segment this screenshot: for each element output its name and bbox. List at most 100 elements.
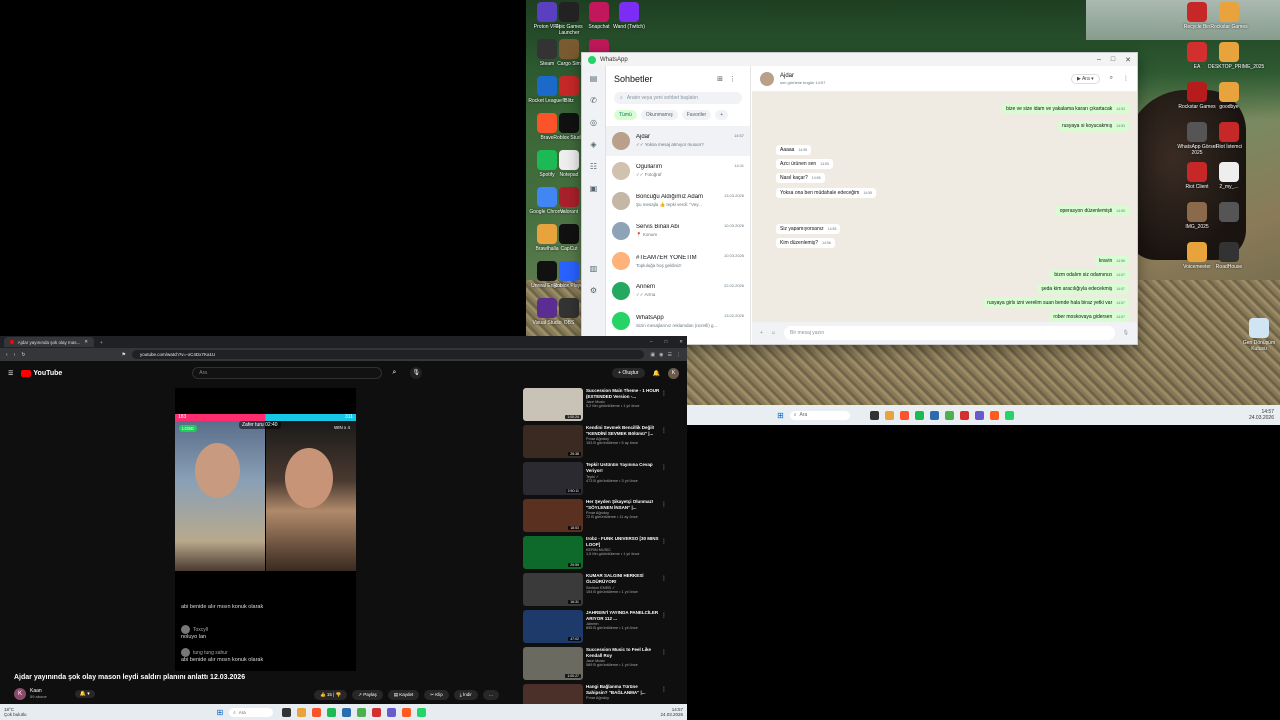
menu-icon[interactable]: ⋮ bbox=[676, 352, 681, 358]
brave-icon[interactable] bbox=[312, 707, 322, 717]
more-icon[interactable]: ⋮ bbox=[661, 575, 667, 582]
video-player[interactable]: 183 311 LOSE Zafer turu 02:40 WIN x 4 ab… bbox=[175, 388, 356, 671]
recommended-video[interactable]: 25:38 Kendini Sevmek Bencillik Değil! "KE… bbox=[523, 425, 683, 461]
maximize-button[interactable]: □ bbox=[1111, 56, 1115, 64]
app-icon[interactable] bbox=[929, 410, 939, 420]
discord-icon[interactable] bbox=[387, 707, 397, 717]
clock[interactable]: 14:57 24.03.2026 bbox=[660, 707, 683, 717]
recommended-title[interactable]: KUMAR SALGINI HERKESİ ÖLDÜRÜYOR! bbox=[586, 573, 660, 584]
recommended-title[interactable]: Succession Music to Feel Like Kendall Ro… bbox=[586, 647, 660, 658]
whatsapp-taskbar-icon[interactable] bbox=[1004, 410, 1014, 420]
minimize-button[interactable]: – bbox=[1097, 56, 1101, 64]
filter-chip[interactable]: Tümü bbox=[614, 110, 637, 120]
more-icon[interactable]: ⋮ bbox=[661, 427, 667, 434]
app-icon[interactable] bbox=[357, 707, 367, 717]
recommended-video[interactable]: 1:00:24 Succession Main Theme - 1 HOUR (E… bbox=[523, 388, 683, 424]
minimize-button[interactable]: – bbox=[650, 339, 653, 345]
more-actions-button[interactable]: … bbox=[482, 690, 500, 700]
filter-chip[interactable]: Okunmamış bbox=[640, 110, 678, 120]
video-thumbnail[interactable]: 1:00:24 bbox=[523, 388, 583, 421]
recommended-video[interactable]: 18:53 Her Şeyden Şikayetçi Olunmaz! "SÖYL… bbox=[523, 499, 683, 535]
mic-icon[interactable]: 🎙 bbox=[1123, 330, 1129, 336]
extension-icon[interactable]: ☰ bbox=[668, 352, 672, 358]
task-view-icon[interactable] bbox=[869, 410, 879, 420]
recommended-title[interactable]: Hangi Bağlanma Türüne Sahipsin? "BAĞLANM… bbox=[586, 684, 660, 695]
extension-icon[interactable]: ◉ bbox=[659, 352, 663, 358]
more-icon[interactable]: ⋮ bbox=[661, 686, 667, 693]
file-explorer-icon[interactable] bbox=[884, 410, 894, 420]
recommended-video[interactable]: 47:02 JAHREIN'İ YAYINDA PANELCİLER ARIYOR… bbox=[523, 610, 683, 646]
spotify-icon[interactable] bbox=[327, 707, 337, 717]
clip-button[interactable]: ✂ Klip bbox=[424, 690, 449, 700]
more-icon[interactable]: ⋮ bbox=[661, 612, 667, 619]
menu-icon[interactable]: ⋮ bbox=[1123, 75, 1129, 82]
recommended-title[interactable]: Succession Main Theme - 1 HOUR (EXTENDED… bbox=[586, 388, 660, 399]
bookmark-icon[interactable]: ⚑ bbox=[122, 352, 126, 358]
desktop-icon[interactable] bbox=[1208, 202, 1250, 224]
filter-chip[interactable]: Favoriler bbox=[681, 110, 712, 120]
more-icon[interactable]: ⋮ bbox=[661, 649, 667, 656]
chat-list-item[interactable]: #TEAM7ER YÖNETİM Topluluğa hoş geldiniz! 1… bbox=[606, 246, 750, 276]
clock[interactable]: 14:57 24.03.2026 bbox=[1249, 409, 1274, 421]
calls-icon[interactable]: ✆ bbox=[589, 96, 599, 106]
call-button[interactable]: ▶ Ara ▾ bbox=[1070, 73, 1100, 84]
new-chat-icon[interactable]: ⊞ bbox=[717, 76, 729, 83]
mic-icon[interactable]: 🎙 bbox=[410, 367, 423, 379]
video-thumbnail[interactable]: 18:53 bbox=[523, 499, 583, 532]
app-icon[interactable] bbox=[402, 707, 412, 717]
windows-start-icon[interactable]: ⊞ bbox=[217, 708, 224, 717]
search-icon[interactable]: ⌕ bbox=[1110, 75, 1113, 82]
video-thumbnail[interactable]: 1:00:27 bbox=[523, 647, 583, 680]
task-view-icon[interactable] bbox=[282, 707, 292, 717]
media-icon[interactable]: ▥ bbox=[589, 264, 599, 274]
avatar[interactable] bbox=[760, 71, 774, 86]
close-button[interactable]: ✕ bbox=[679, 339, 683, 345]
recommended-video[interactable]: 1:00:27 Succession Music to Feel Like Ken… bbox=[523, 647, 683, 683]
app-icon[interactable] bbox=[959, 410, 969, 420]
desktop-icon[interactable]: Geri Dönüşüm Kutusu bbox=[1238, 318, 1280, 352]
communities-icon[interactable]: ☷ bbox=[589, 162, 599, 172]
spotify-icon[interactable] bbox=[914, 410, 924, 420]
share-button[interactable]: ↗ Paylaş bbox=[352, 690, 383, 700]
recommended-title[interactable]: JAHREIN'İ YAYINDA PANELCİLER ARIYOR 112 … bbox=[586, 610, 660, 621]
windows-start-icon[interactable]: ⊞ bbox=[777, 411, 784, 420]
desktop-icon[interactable]: Wand (Twitch) bbox=[608, 2, 650, 30]
more-icon[interactable]: ⋮ bbox=[661, 390, 667, 397]
back-icon[interactable]: ‹ bbox=[6, 352, 8, 358]
recommended-video[interactable]: 2:50:11 Tepki! Ustünün Yayınına Cevap Ver… bbox=[523, 462, 683, 498]
recommended-title[interactable]: Tepki! Ustünün Yayınına Cevap Veriyor! bbox=[586, 462, 660, 473]
video-thumbnail[interactable]: 47:02 bbox=[523, 610, 583, 643]
whatsapp-taskbar-icon[interactable] bbox=[417, 707, 427, 717]
plus-icon[interactable]: + bbox=[760, 330, 763, 336]
desktop-icon[interactable]: goodbye bbox=[1208, 82, 1250, 110]
desktop-icon[interactable]: DESKTOP_PRIME_2025 bbox=[1208, 42, 1264, 70]
browser-tab[interactable]: Ajdar yayınında şok olay mas... ✕ bbox=[4, 337, 94, 347]
menu-icon[interactable]: ⋮ bbox=[729, 76, 742, 83]
chat-list-item[interactable]: Annem ✓✓ Arma 22.02.2026 bbox=[606, 276, 750, 306]
recommended-channel[interactable]: Pınar Ağrıdoy bbox=[586, 696, 660, 700]
archive-icon[interactable]: ▣ bbox=[589, 184, 599, 194]
taskbar-search[interactable]: ⌕ Ara bbox=[789, 410, 850, 420]
close-tab-icon[interactable]: ✕ bbox=[84, 339, 88, 345]
url-input[interactable]: youtube.com/watch?v=-oC4Dx7Ka1U bbox=[132, 350, 645, 359]
app-icon[interactable] bbox=[342, 707, 352, 717]
conversation-header[interactable]: Ajdar son görülme bugün 14:57 ▶ Ara ▾ ⌕ … bbox=[752, 66, 1137, 92]
desktop-icon[interactable]: RoadHouse bbox=[1208, 242, 1250, 270]
brave-icon[interactable] bbox=[899, 410, 909, 420]
recommended-title[interactable]: Her Şeyden Şikayetçi Olunmaz! "SÖYLENEN … bbox=[586, 499, 660, 510]
desktop-icon[interactable]: Rockstar Games bbox=[1208, 2, 1250, 30]
settings-icon[interactable]: ⚙ bbox=[589, 286, 599, 296]
chat-search-input[interactable]: ⌕ Aratın veya yeni sohbet başlatın bbox=[614, 92, 742, 104]
discord-icon[interactable] bbox=[974, 410, 984, 420]
extension-icon[interactable]: ▣ bbox=[650, 352, 655, 358]
app-icon[interactable] bbox=[372, 707, 382, 717]
emoji-icon[interactable]: ☺ bbox=[771, 330, 776, 336]
filter-chip[interactable]: + bbox=[715, 110, 729, 120]
recommended-title[interactable]: trobz - FUNK UNIVERSO [30 MINS LOOP] bbox=[586, 536, 660, 547]
video-thumbnail[interactable]: 16:31 bbox=[523, 573, 583, 606]
desktop-icon[interactable]: Riot İstemci bbox=[1208, 122, 1250, 150]
more-icon[interactable]: ⋮ bbox=[661, 538, 667, 545]
recommended-title[interactable]: Kendini Sevmek Bencillik Değil! "KENDİNİ… bbox=[586, 425, 660, 436]
chat-list-item[interactable]: Ogullarım ✓✓ Fotoğraf 14:11 bbox=[606, 156, 750, 186]
avatar[interactable]: K bbox=[668, 367, 679, 379]
